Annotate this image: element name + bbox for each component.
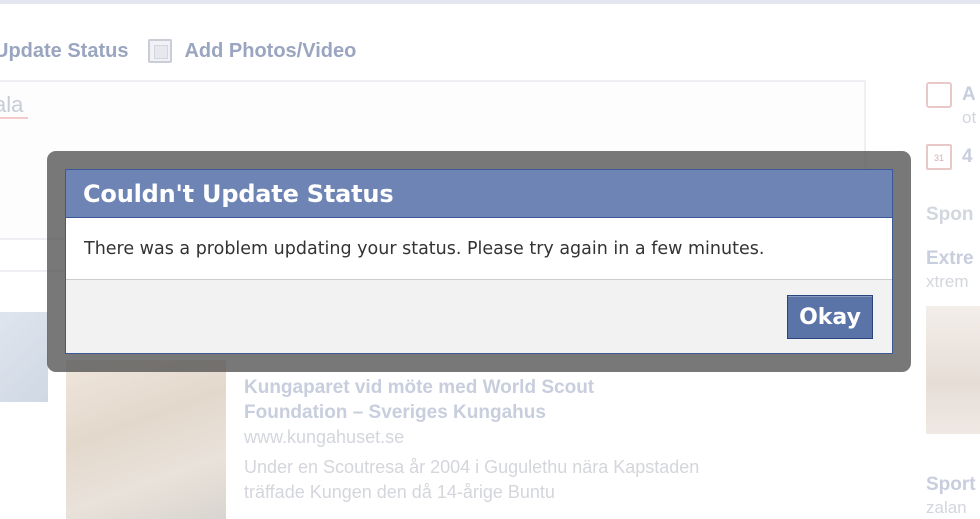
events-count[interactable]: 4 <box>962 146 973 168</box>
okay-button[interactable]: Okay <box>787 295 873 339</box>
update-status-tab[interactable]: Update Status <box>0 40 128 63</box>
error-dialog: Couldn't Update Status There was a probl… <box>65 169 893 354</box>
add-photos-tab[interactable]: Add Photos/Video <box>148 39 356 63</box>
sponsored-heading: Spon <box>926 204 974 225</box>
ad-image[interactable] <box>926 306 980 434</box>
story-title-link[interactable]: Kungaparet vid möte med World Scout Foun… <box>244 375 674 425</box>
photo-icon <box>148 39 173 63</box>
spellcheck-underline <box>0 117 28 119</box>
calendar-icon: 31 <box>926 144 952 170</box>
update-status-label: Update Status <box>0 39 129 62</box>
composer-tabs: Update Status Add Photos/Video <box>0 36 356 66</box>
gift-icon <box>926 82 952 108</box>
dialog-title: Couldn't Update Status <box>83 179 394 208</box>
profile-thumbnail[interactable] <box>0 312 48 402</box>
ad-title[interactable]: Extre <box>926 248 974 270</box>
page: Update Status Add Photos/Video ala Kunga… <box>0 0 980 519</box>
dialog-message: There was a problem updating your status… <box>84 238 765 259</box>
dialog-header: Couldn't Update Status <box>66 170 892 218</box>
top-bar <box>0 0 980 4</box>
right-column: A ot 31 4 Spon Extre xtrem Sport zalan <box>922 80 980 519</box>
ad-url-2: zalan <box>926 498 967 517</box>
story-image[interactable] <box>66 360 226 519</box>
gift-title[interactable]: A <box>962 84 976 106</box>
status-input-text: ala <box>0 92 24 117</box>
ad-url: xtrem <box>926 272 969 291</box>
ad-title-2[interactable]: Sport <box>926 474 976 496</box>
story-url: www.kungahuset.se <box>244 427 405 447</box>
add-photos-label: Add Photos/Video <box>184 39 357 62</box>
dialog-body: There was a problem updating your status… <box>66 218 892 280</box>
dialog-footer: Okay <box>66 280 892 353</box>
story-snippet: Under en Scoutresa år 2004 i Gugulethu n… <box>244 457 700 502</box>
gift-subtitle: ot <box>962 108 977 127</box>
